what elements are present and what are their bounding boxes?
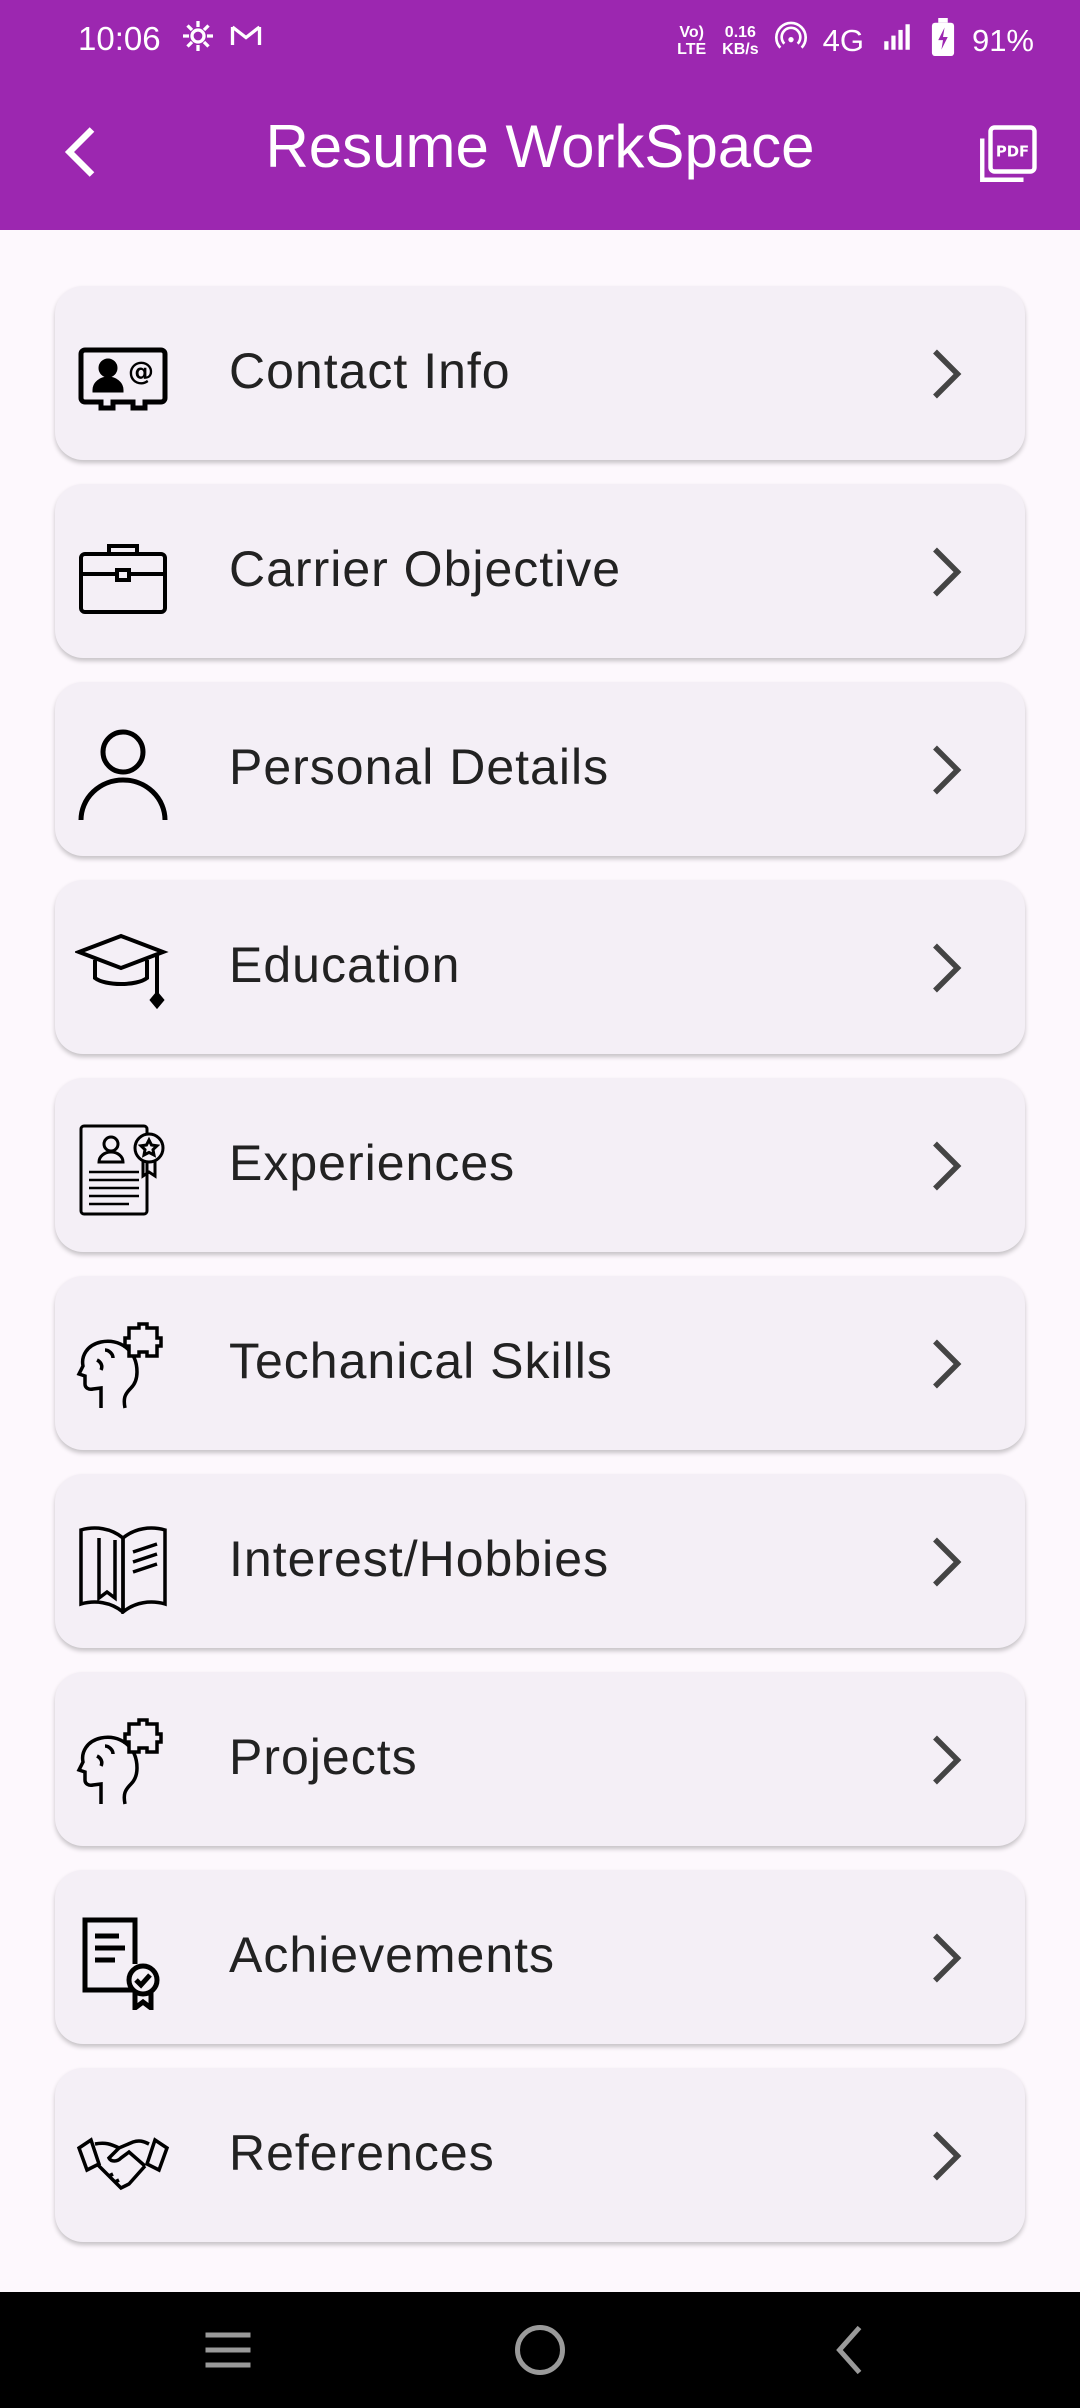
hotspot-icon bbox=[774, 21, 807, 61]
section-label: Techanical Skills bbox=[229, 1333, 613, 1389]
section-label: Experiences bbox=[229, 1135, 516, 1191]
menu-icon[interactable] bbox=[198, 2320, 258, 2380]
gmail-notification-icon bbox=[228, 18, 264, 62]
section-references[interactable]: References bbox=[55, 2068, 1025, 2242]
section-label: Interest/Hobbies bbox=[229, 1531, 610, 1587]
chevron-right-icon bbox=[915, 342, 975, 406]
section-projects[interactable]: Projects bbox=[55, 1672, 1025, 1846]
battery-level: 91% bbox=[971, 23, 1034, 58]
section-contact-info[interactable]: @ Contact Info bbox=[55, 286, 1025, 460]
section-education[interactable]: Education bbox=[55, 880, 1025, 1054]
chevron-right-icon bbox=[915, 540, 975, 604]
chevron-right-icon bbox=[915, 2124, 975, 2188]
section-label: Personal Details bbox=[229, 739, 610, 795]
handshake-icon bbox=[75, 2112, 171, 2208]
status-time: 10:06 bbox=[78, 20, 161, 57]
chevron-right-icon bbox=[915, 1926, 975, 1990]
settings-notification-icon bbox=[180, 18, 216, 62]
section-label: Contact Info bbox=[229, 343, 511, 399]
section-personal-details[interactable]: Personal Details bbox=[55, 682, 1025, 856]
status-bar: 10:06 Vo) LTE 0.16 KB/s 4G 91% bbox=[0, 0, 1080, 78]
document-badge-icon bbox=[75, 1914, 171, 2013]
section-techanical-skills[interactable]: Techanical Skills bbox=[55, 1276, 1025, 1450]
section-experiences[interactable]: Experiences bbox=[55, 1078, 1025, 1252]
speed-unit: KB/s bbox=[722, 41, 759, 58]
volte-top-text: Vo) bbox=[679, 24, 704, 41]
section-label: References bbox=[229, 2125, 495, 2181]
chevron-right-icon bbox=[915, 1332, 975, 1396]
open-book-icon bbox=[75, 1518, 171, 1616]
section-label: Achievements bbox=[229, 1927, 556, 1983]
contact-card-icon: @ bbox=[75, 330, 171, 426]
section-list: @ Contact Info Carrier Objective Persona… bbox=[55, 286, 1025, 2266]
section-achievements[interactable]: Achievements bbox=[55, 1870, 1025, 2044]
volte-indicator: Vo) LTE bbox=[677, 24, 706, 58]
certificate-icon bbox=[75, 1122, 171, 1218]
person-icon bbox=[75, 726, 171, 822]
chevron-right-icon bbox=[915, 1134, 975, 1198]
svg-text:@: @ bbox=[128, 357, 154, 387]
system-nav-bar bbox=[0, 2292, 1080, 2408]
section-carrier-objective[interactable]: Carrier Objective bbox=[55, 484, 1025, 658]
pdf-files-icon[interactable]: PDF bbox=[974, 122, 1040, 188]
briefcase-icon bbox=[75, 528, 171, 624]
chevron-right-icon bbox=[915, 738, 975, 802]
network-speed: 0.16 KB/s bbox=[722, 24, 758, 58]
head-puzzle-icon bbox=[75, 1320, 171, 1416]
chevron-right-icon bbox=[915, 1530, 975, 1594]
section-interest-hobbies[interactable]: Interest/Hobbies bbox=[55, 1474, 1025, 1648]
graduation-cap-icon bbox=[73, 924, 171, 1020]
volte-bottom-text: LTE bbox=[677, 41, 707, 58]
chevron-right-icon bbox=[915, 1728, 975, 1792]
head-puzzle-icon bbox=[75, 1716, 171, 1812]
section-label: Carrier Objective bbox=[229, 541, 622, 597]
section-label: Projects bbox=[229, 1729, 418, 1785]
status-right-group: Vo) LTE 0.16 KB/s 4G 91% bbox=[677, 18, 1034, 64]
back-triangle-icon[interactable] bbox=[822, 2320, 882, 2380]
page-title: Resume WorkSpace bbox=[265, 113, 815, 180]
speed-value: 0.16 bbox=[724, 24, 756, 41]
app-bar: 10:06 Vo) LTE 0.16 KB/s 4G 91% Resume Wo… bbox=[0, 0, 1080, 230]
signal-icon bbox=[880, 20, 914, 62]
battery-icon bbox=[930, 18, 956, 64]
chevron-right-icon bbox=[915, 936, 975, 1000]
network-type: 4G bbox=[822, 23, 864, 58]
home-circle-icon[interactable] bbox=[510, 2320, 570, 2380]
svg-text:PDF: PDF bbox=[996, 142, 1029, 160]
section-label: Education bbox=[229, 937, 461, 993]
